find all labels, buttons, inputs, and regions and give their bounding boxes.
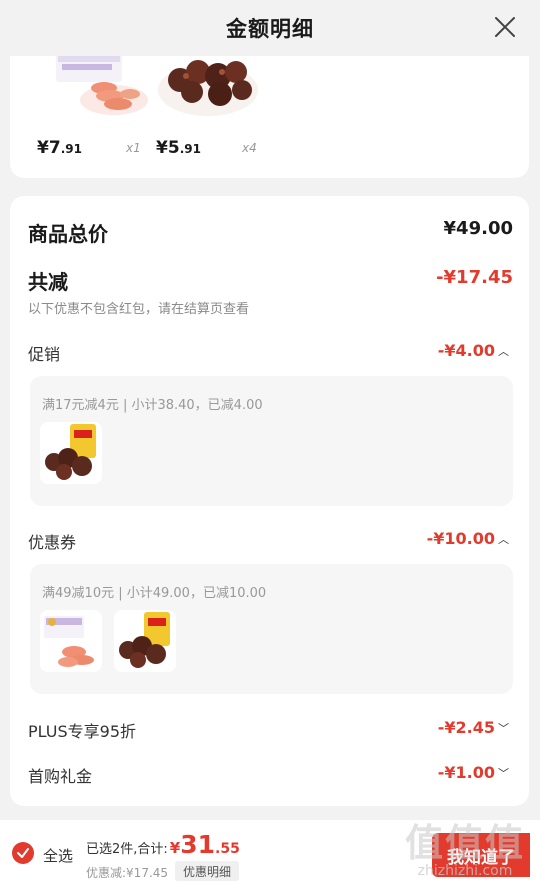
currency-symbol: ¥: [156, 138, 168, 158]
coupon-detail-text: 满49减10元 | 小计49.00，已减10.00: [42, 586, 267, 601]
first-purchase-gift-label: 首购礼金: [28, 767, 93, 786]
product-image-braised-meat[interactable]: [114, 610, 176, 672]
coupon-toggle[interactable]: -¥10.00 ︿: [427, 529, 509, 548]
selected-total: 已选2件,合计: ¥ 31 .55: [86, 830, 240, 859]
discount-amount: 优惠减:¥17.45: [86, 866, 169, 880]
promo-toggle[interactable]: -¥4.00 ︿: [438, 341, 509, 360]
select-all-label[interactable]: 全选: [43, 845, 73, 866]
currency-symbol: ¥: [37, 138, 49, 158]
price-integer: 5: [167, 138, 180, 158]
promo-label: 促销: [28, 345, 61, 364]
coupon-label: 优惠券: [28, 533, 77, 552]
promo-detail-text: 满17元减4元 | 小计38.40，已减4.00: [42, 398, 263, 413]
total-decimal: .55: [215, 841, 240, 857]
price-decimal: .91: [179, 142, 201, 156]
plus-discount-label: PLUS专享95折: [28, 722, 136, 741]
amount-detail-card: 商品总价 ¥49.00 共减 -¥17.45 以下优惠不包含红包，请在结算页查看…: [10, 196, 529, 806]
total-price-label: 商品总价: [28, 222, 108, 246]
coupon-detail-box: 满49减10元 | 小计49.00，已减10.00: [30, 564, 513, 694]
checkout-bar: 全选 已选2件,合计: ¥ 31 .55 优惠减:¥17.45 优惠明细 我知道…: [0, 820, 540, 887]
total-reduce-value: -¥17.45: [436, 267, 513, 288]
discount-detail-button[interactable]: 优惠明细: [175, 861, 240, 881]
header: 金额明细: [0, 0, 540, 56]
chevron-up-icon: ︿: [498, 344, 509, 358]
checkmark-icon: [17, 848, 29, 858]
total-reduce-label: 共减: [28, 270, 68, 294]
product-summary-card: ¥ 7 .91 x1 ¥ 5 .91 x4: [10, 40, 529, 178]
chevron-down-icon: ﹀: [498, 721, 509, 735]
product-image-luncheon-meat[interactable]: [52, 50, 152, 118]
plus-discount-toggle[interactable]: -¥2.45 ﹀: [438, 718, 509, 737]
first-purchase-gift-value: -¥1.00: [437, 763, 495, 782]
item-quantity: x4: [242, 141, 257, 155]
item-price: ¥ 5 .91: [156, 138, 201, 158]
got-it-button[interactable]: 我知道了: [432, 833, 530, 877]
chevron-up-icon: ︿: [498, 532, 509, 546]
close-button[interactable]: [490, 12, 520, 42]
price-decimal: .91: [60, 142, 82, 156]
product-image-luncheon-meat[interactable]: [40, 610, 102, 672]
chevron-down-icon: ﹀: [498, 766, 509, 780]
item-quantity: x1: [126, 141, 141, 155]
plus-discount-value: -¥2.45: [437, 718, 495, 737]
promo-detail-box: 满17元减4元 | 小计38.40，已减4.00: [30, 376, 513, 506]
page-title: 金额明细: [226, 17, 314, 41]
product-image-braised-meat[interactable]: [40, 422, 102, 484]
total-integer: 31: [180, 830, 216, 859]
discount-note: 以下优惠不包含红包，请在结算页查看: [28, 302, 250, 317]
close-icon: [495, 17, 515, 37]
first-purchase-gift-toggle[interactable]: -¥1.00 ﹀: [438, 763, 509, 782]
promo-value: -¥4.00: [437, 341, 495, 360]
coupon-value: -¥10.00: [426, 529, 495, 548]
total-price-value: ¥49.00: [443, 218, 513, 239]
currency-symbol: ¥: [169, 839, 181, 857]
product-image-braised-meat[interactable]: [158, 50, 262, 116]
select-all-checkbox[interactable]: [12, 842, 34, 864]
item-price: ¥ 7 .91: [37, 138, 82, 158]
selected-count-text: 已选2件,合计:: [86, 842, 168, 857]
price-integer: 7: [48, 138, 61, 158]
